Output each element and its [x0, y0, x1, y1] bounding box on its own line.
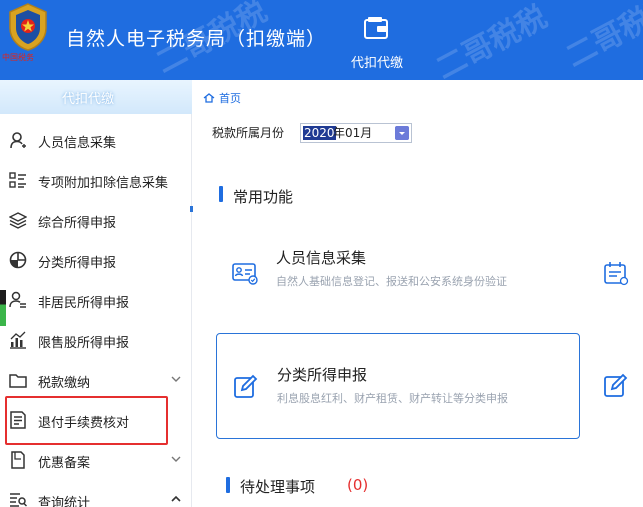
watermark: 二哥税税	[560, 0, 643, 75]
card-description: 利息股息红利、财产租赁、财产转让等分类申报	[277, 392, 508, 405]
sidebar-item-label: 非居民所得申报	[38, 296, 130, 311]
tax-month-year[interactable]: 2020	[303, 126, 336, 140]
app-header: 二哥税税 二哥税税 二哥税税 中国税务 自然人电子税务局（扣缴端） 代扣代缴	[0, 0, 643, 87]
app-title: 自然人电子税务局（扣缴端）	[66, 28, 327, 50]
edit-icon[interactable]	[603, 373, 629, 399]
layers-icon	[9, 212, 27, 229]
sidebar-item-label: 税款缴纳	[38, 376, 91, 391]
chevron-down-icon[interactable]	[170, 453, 182, 465]
sidebar-item-label: 人员信息采集	[38, 136, 117, 151]
file-icon	[11, 451, 25, 469]
breadcrumb-home[interactable]: 首页	[219, 92, 241, 105]
sidebar-item-preferential-filing[interactable]: 优惠备案	[0, 442, 192, 478]
bar-chart-icon	[10, 331, 26, 349]
sidebar-header: 代扣代缴	[0, 80, 192, 114]
breadcrumb[interactable]: 首页	[203, 90, 241, 106]
sidebar-item-comprehensive-income[interactable]: 综合所得申报	[0, 202, 192, 238]
sidebar-item-special-deduction[interactable]: 专项附加扣除信息采集	[0, 162, 192, 198]
card-description: 自然人基础信息登记、报送和公安系统身份验证	[276, 275, 507, 288]
watermark: 二哥税税	[430, 0, 553, 87]
home-icon	[203, 93, 215, 103]
sidebar-item-label: 限售股所得申报	[38, 336, 130, 351]
sidebar-item-label: 分类所得申报	[38, 256, 117, 271]
sidebar-item-label: 综合所得申报	[38, 216, 117, 231]
wallet-icon[interactable]	[363, 16, 389, 40]
sidebar-item-nonresident-income[interactable]: 非居民所得申报	[0, 282, 192, 318]
id-card-icon	[232, 263, 258, 285]
pending-count[interactable]: (0)	[347, 476, 368, 494]
tax-month-label: 税款所属月份	[212, 126, 285, 140]
sidebar-item-classified-income[interactable]: 分类所得申报	[0, 242, 192, 278]
card-classified-income[interactable]: 分类所得申报 利息股息红利、财产租赁、财产转让等分类申报	[216, 333, 580, 439]
nav-withholding-tab[interactable]: 代扣代缴	[351, 52, 403, 71]
query-list-icon	[10, 493, 27, 507]
sidebar: 代扣代缴 人员信息采集 专项附加扣除信息采集 综合所得申报 分类所得申报 非居民…	[0, 80, 192, 507]
edit-icon	[234, 374, 258, 398]
person-icon	[10, 132, 26, 149]
card-title: 人员信息采集	[276, 249, 367, 267]
pie-chart-icon	[9, 251, 27, 269]
list-icon	[9, 172, 26, 188]
highlight-annotation-box	[5, 396, 168, 445]
card-title: 分类所得申报	[277, 366, 368, 384]
sidebar-item-query-statistics[interactable]: 查询统计	[0, 482, 192, 507]
chevron-down-icon[interactable]	[170, 373, 182, 385]
emblem-text: 中国税务	[2, 53, 34, 62]
tax-month-picker[interactable]: 2020 年01月	[300, 123, 412, 143]
sidebar-item-label: 查询统计	[38, 496, 91, 507]
calendar-tax-icon[interactable]	[603, 260, 629, 286]
tax-month-rest: 年01月	[333, 126, 373, 140]
section-marker	[226, 477, 230, 493]
section-title-pending: 待处理事项	[240, 478, 316, 496]
sidebar-header-label: 代扣代缴	[62, 92, 115, 107]
section-title-common-functions: 常用功能	[233, 188, 294, 206]
sidebar-item-person-info[interactable]: 人员信息采集	[0, 122, 192, 158]
sidebar-item-label: 专项附加扣除信息采集	[38, 176, 169, 191]
person-card-icon	[9, 291, 26, 308]
chevron-up-icon[interactable]	[170, 493, 182, 505]
folder-icon	[9, 374, 27, 388]
sidebar-scroll-indicator[interactable]	[190, 206, 193, 212]
chevron-down-icon[interactable]	[395, 126, 409, 140]
sidebar-item-restricted-shares[interactable]: 限售股所得申报	[0, 322, 192, 358]
section-marker	[219, 186, 223, 202]
tax-emblem-icon	[9, 3, 47, 51]
sidebar-item-tax-payment[interactable]: 税款缴纳	[0, 362, 192, 398]
sidebar-item-label: 优惠备案	[38, 456, 91, 471]
card-person-info[interactable]: 人员信息采集 自然人基础信息登记、报送和公安系统身份验证	[216, 222, 580, 328]
